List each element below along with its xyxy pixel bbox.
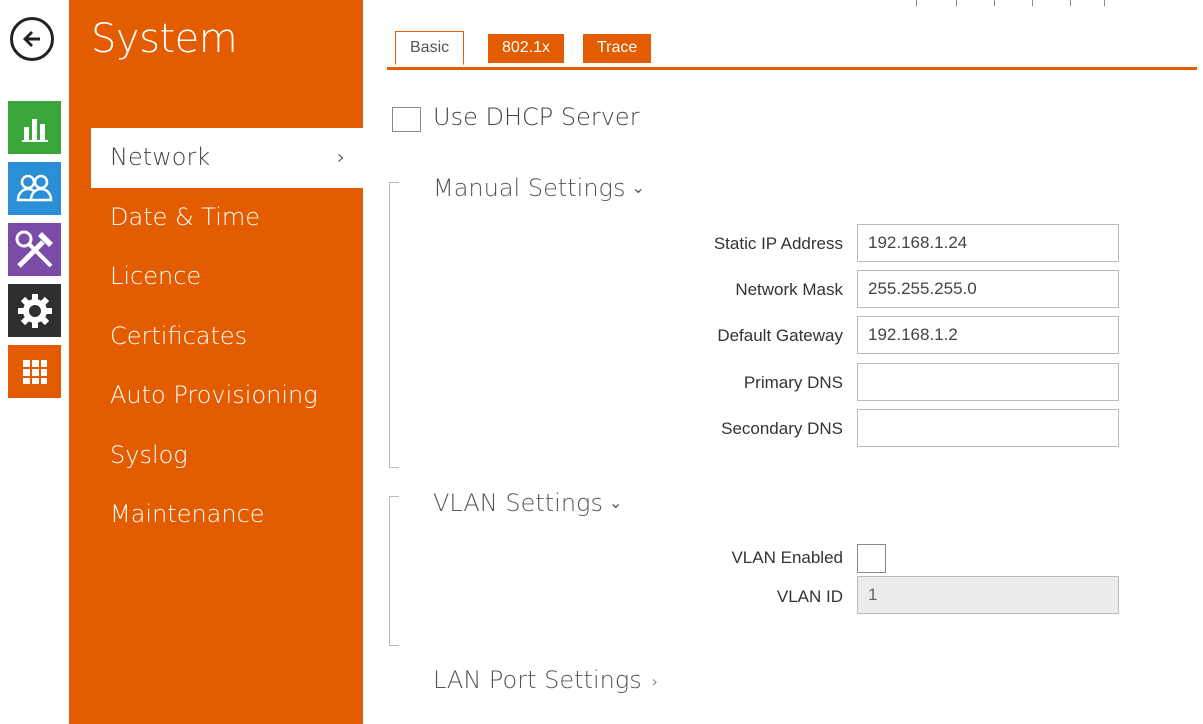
services-grid-icon [22, 359, 47, 384]
top-toolbar-separators [916, 0, 1106, 6]
services-menu-button[interactable] [8, 345, 61, 398]
sidebar-item-label: Auto Provisioning [110, 381, 318, 409]
sidebar-item-label: Network [110, 143, 211, 171]
tab-basic[interactable]: Basic [395, 31, 465, 66]
vlan-id-input[interactable] [857, 576, 1119, 614]
sidebar-item-label: Licence [110, 262, 202, 290]
default-gateway-label: Default Gateway [717, 326, 843, 345]
sidebar-item-label: Certificates [110, 321, 248, 350]
vlan-id-label: VLAN ID [776, 587, 843, 606]
sidebar-item-maintenance[interactable]: Maintenance [69, 485, 363, 545]
directory-menu-button[interactable] [8, 162, 61, 215]
sidebar-item-date-time[interactable]: Date & Time [69, 188, 363, 248]
primary-dns-input[interactable] [857, 363, 1119, 401]
primary-dns-label: Primary DNS [743, 373, 843, 392]
dhcp-label: Use DHCP Server [433, 103, 640, 131]
sidebar-item-auto-provisioning[interactable]: Auto Provisioning [69, 366, 363, 426]
chevron-right-icon: › [651, 672, 659, 691]
vlan-enabled-checkbox[interactable] [857, 544, 886, 573]
hardware-tools-icon [15, 230, 53, 268]
network-mask-label: Network Mask [735, 280, 843, 299]
dhcp-checkbox[interactable] [392, 107, 421, 132]
lan-port-settings-toggle[interactable]: LAN Port Settings › [433, 666, 658, 694]
tab-802-1x[interactable]: 802.1x [488, 34, 565, 63]
chevron-right-icon: › [337, 145, 345, 169]
directory-users-icon [16, 174, 52, 201]
network-mask-input[interactable] [857, 270, 1119, 308]
vlan-enabled-label: VLAN Enabled [731, 548, 843, 567]
hardware-menu-button[interactable] [8, 223, 61, 276]
default-gateway-input[interactable] [857, 316, 1119, 354]
status-menu-button[interactable] [8, 101, 61, 154]
secondary-dns-input[interactable] [857, 409, 1119, 447]
secondary-dns-label: Secondary DNS [721, 419, 843, 438]
vlan-section-bracket [389, 496, 400, 646]
system-menu-button[interactable] [8, 284, 61, 337]
vlan-settings-toggle[interactable]: VLAN Settings ⌄ [433, 489, 622, 517]
static-ip-label: Static IP Address [713, 234, 843, 253]
section-title: Manual Settings [433, 174, 626, 202]
sidebar-item-licence[interactable]: Licence [69, 247, 363, 307]
chevron-down-icon: ⌄ [631, 178, 645, 197]
manual-section-bracket [389, 182, 400, 468]
sidebar-item-label: Maintenance [110, 500, 265, 528]
icon-rail [0, 0, 68, 724]
tab-bar: Basic 802.1x Trace [387, 31, 1197, 70]
sidebar-item-label: Syslog [110, 440, 188, 469]
back-arrow-icon [23, 31, 40, 47]
tab-trace[interactable]: Trace [583, 34, 652, 63]
sidebar-item-syslog[interactable]: Syslog [69, 426, 363, 486]
status-chart-icon [21, 118, 48, 142]
sidebar-menu: Network › Date & Time Licence Certificat… [69, 128, 363, 545]
chevron-down-icon: ⌄ [608, 493, 623, 512]
sidebar-item-label: Date & Time [110, 202, 261, 231]
manual-settings-toggle[interactable]: Manual Settings ⌄ [433, 174, 645, 202]
back-button[interactable] [10, 17, 54, 61]
sidebar-item-network[interactable]: Network › [91, 128, 363, 188]
section-title: VLAN Settings [433, 489, 603, 517]
sidebar-item-certificates[interactable]: Certificates [69, 307, 363, 367]
section-title: LAN Port Settings [433, 666, 642, 694]
static-ip-input[interactable] [857, 224, 1119, 262]
system-gear-icon [17, 293, 52, 328]
sidebar-title: System [91, 16, 238, 62]
system-sidebar: System Network › Date & Time Licence Cer… [69, 0, 363, 724]
